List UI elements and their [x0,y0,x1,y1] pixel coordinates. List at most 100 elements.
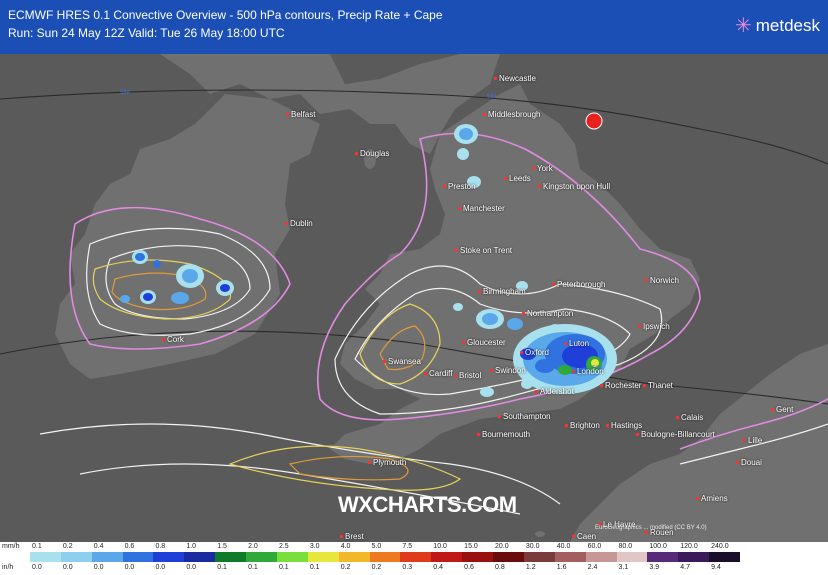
legend-swatch [338,552,371,562]
city-label: Aldershot [535,387,574,396]
legend-mm-value: 60.0 [587,543,602,550]
legend-in-value: 3.1 [618,564,629,571]
model-name: ECMWF HRES 0.1 [8,8,111,22]
city-marker-icon [743,439,746,443]
map-area: 584 584 588 Newcastle Middlesbrough Belf… [0,54,828,542]
legend-mm-value: 15.0 [464,543,478,550]
city-marker-icon [638,325,641,329]
legend-mm-value: 0.2 [62,543,73,550]
precip-blob [220,284,230,292]
weather-chart: ECMWF HRES 0.1 Convective Overview - 500… [0,0,828,575]
legend-mm-value: 0.4 [93,543,104,550]
city-marker-icon [676,416,679,420]
city-label: London [572,367,604,376]
city-label: Thanet [643,381,673,390]
precip-blob [521,379,533,389]
city-label: Caen [572,532,596,541]
city-label: Plymouth [368,458,406,467]
city-marker-icon [443,185,446,189]
legend-mm-value: 20.0 [495,543,509,550]
city-label: Dublin [285,219,313,228]
legend-swatch [369,552,401,562]
legend-mm-value: 2.5 [278,543,289,550]
city-label: Manchester [458,204,505,213]
city-marker-icon [606,424,609,428]
city-label: Douglas [355,149,389,158]
precip-blob [182,269,198,283]
city-label: Cork [162,335,184,344]
legend-in-value: 0.4 [433,564,444,571]
legend-in-value: 1.2 [525,564,536,571]
legend-swatch [647,552,679,562]
precip-blob [120,295,130,303]
legend-swatch [246,552,278,562]
legend-mm-value: 0.6 [124,543,135,550]
legend-mm-value: 1.0 [186,543,197,550]
city-marker-icon [477,433,480,437]
city-marker-icon [643,384,646,388]
city-marker-icon [498,415,501,419]
legend-mm-value: 3.0 [309,543,320,550]
city-label: Douai [736,458,762,467]
legend-swatch [215,552,247,562]
legend-swatch [678,552,710,562]
legend-swatch [91,552,124,562]
legend-swatch [523,552,556,562]
city-label: Belfast [286,110,315,119]
city-label: Northampton [522,309,573,318]
city-label: Brighton [565,421,600,430]
map-canvas: 584 584 588 [0,54,828,542]
legend-mm-value: 2.0 [248,543,258,550]
legend-in-value: 0.0 [186,564,197,571]
city-label: Lille [743,436,762,445]
city-marker-icon [771,408,774,412]
legend-in-value: 3.9 [649,564,660,571]
legend-mm-value: 120.0 [680,543,698,550]
legend-unit-mm: mm/h [2,543,20,550]
contour-label: 584 [487,94,498,100]
legend-swatch [276,552,309,562]
city-marker-icon [645,531,648,535]
city-marker-icon [286,113,289,117]
city-marker-icon [483,113,486,117]
city-label: Gent [771,405,793,414]
city-marker-icon [572,535,575,539]
precip-legend: mm/h in/h 0.1 0.0 0.2 0.0 0.4 0.0 0.6 0.0 0.8 0.0… [0,542,828,575]
precip-blob [507,318,523,330]
legend-mm-value: 40.0 [556,543,571,550]
legend-swatch [585,552,617,562]
city-label: Calais [676,413,703,422]
legend-swatch [60,552,93,562]
legend-swatch [400,552,432,562]
city-marker-icon [368,461,371,465]
legend-unit-in: in/h [2,564,14,571]
city-marker-icon [458,207,461,211]
legend-swatch [493,552,525,562]
precip-blob [453,303,463,311]
city-label: Swansea [383,357,421,366]
legend-in-value: 0.3 [402,564,413,571]
city-marker-icon [340,535,343,539]
city-label: Bristol [454,371,481,380]
city-label: Peterborough [552,280,605,289]
legend-mm-value: 30.0 [525,543,540,550]
precip-blob [171,292,189,304]
city-label: Hastings [606,421,642,430]
metdesk-logo-icon: ✳ [734,15,752,37]
city-marker-icon [565,424,568,428]
precip-blob [459,128,473,140]
city-marker-icon [162,338,165,342]
legend-in-value: 0.8 [495,564,505,571]
legend-swatch [307,552,340,562]
city-label: Oxford [520,348,549,357]
legend-swatch [431,552,463,562]
city-marker-icon [696,497,699,501]
city-label: Brest [340,532,364,541]
metdesk-logo: ✳ metdesk [735,16,820,36]
city-label: Gloucester [462,338,506,347]
legend-swatch [30,552,62,562]
city-label: Kingston upon Hull [538,182,610,191]
city-label: Rochester [600,381,641,390]
city-marker-icon [532,167,535,171]
precip-blob [135,253,145,261]
